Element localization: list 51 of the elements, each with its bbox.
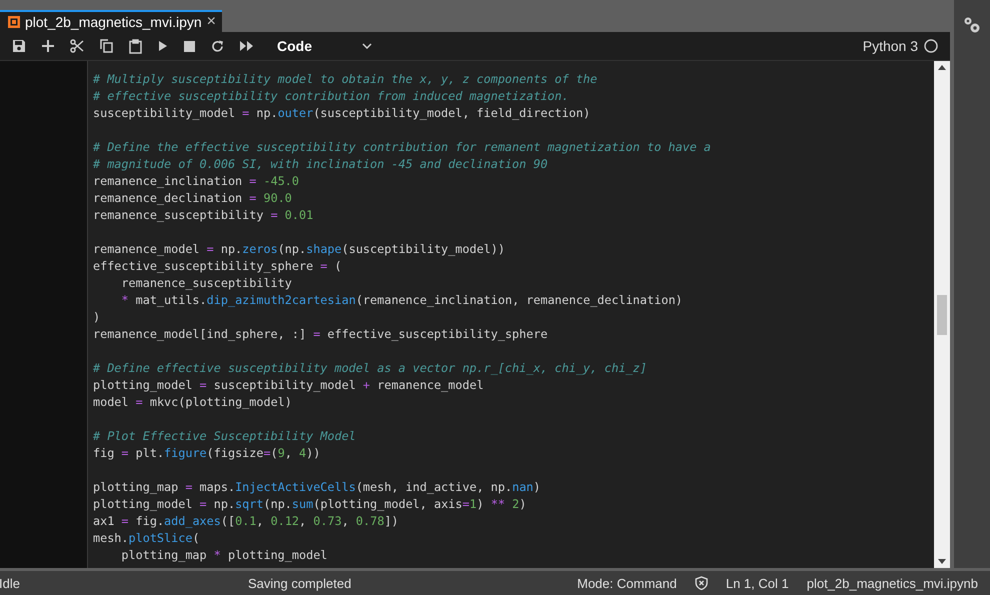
file-name: plot_2b_magnetics_mvi.ipynb xyxy=(806,576,978,590)
code-comment: # Define the effective susceptibility contribution for remanent magnetization to have a xyxy=(93,139,712,156)
code-comment: # Define effective susceptibility model as a vector np.r_[chi_x, chi_y, chi_z] xyxy=(93,360,648,377)
cell-type-dropdown[interactable]: Code xyxy=(277,38,372,54)
code-line: plotting_model = np.sqrt(np.sum(plotting_model, axis=1) ** 2) xyxy=(93,496,528,513)
code-line: susceptibility_model = np.outer(susceptibility_model, field_direction) xyxy=(93,105,592,122)
code-line: model = mkvc(plotting_model) xyxy=(93,394,293,411)
code-line: * mat_utils.dip_azimuth2cartesian(remanence_inclination, remanence_declination) xyxy=(120,292,684,309)
kernel-state: Idle xyxy=(0,576,20,590)
stop-icon[interactable] xyxy=(184,40,195,52)
run-icon[interactable] xyxy=(158,40,168,52)
code-line: ) xyxy=(93,309,102,326)
scrollbar-thumb[interactable] xyxy=(937,295,947,335)
code-line: remanence_inclination = -45.0 xyxy=(93,173,300,190)
tab-label: plot_2b_magnetics_mvi.ipyn xyxy=(25,14,202,30)
fast-forward-icon[interactable] xyxy=(240,41,253,51)
code-line: fig = plt.figure(figsize=(9, 4)) xyxy=(93,445,322,462)
code-comment: # effective susceptibility contribution from induced magnetization. xyxy=(93,88,570,105)
shield-icon[interactable] xyxy=(694,576,708,590)
code-line: plotting_map = maps.InjectActiveCells(mesh, ind_active, np.nan) xyxy=(93,479,542,496)
scissors-icon[interactable] xyxy=(70,39,84,53)
add-icon[interactable] xyxy=(42,40,54,52)
settings-icon[interactable] xyxy=(962,16,982,34)
code-comment: # Multiply susceptibility model to obtain the x, y, z components of the xyxy=(93,71,598,88)
code-line: remanence_susceptibility = 0.01 xyxy=(93,207,314,224)
restart-icon[interactable] xyxy=(211,40,224,52)
code-comment: # magnitude of 0.006 SI, with inclination -45 and declination 90 xyxy=(93,156,549,173)
close-icon[interactable]: × xyxy=(206,14,216,30)
kernel-name[interactable]: Python 3 xyxy=(862,38,918,54)
notebook-icon xyxy=(8,16,20,28)
code-line: effective_susceptibility_sphere = ( xyxy=(93,258,343,275)
scroll-up-icon[interactable] xyxy=(938,65,946,70)
scroll-down-icon[interactable] xyxy=(938,559,946,564)
code-line: remanence_model[ind_sphere, :] = effective_susceptibility_sphere xyxy=(93,326,549,343)
status-message: Saving completed xyxy=(248,576,352,590)
code-line: remanence_declination = 90.0 xyxy=(93,190,293,207)
code-line: remanence_model = np.zeros(np.shape(susceptibility_model)) xyxy=(93,241,506,258)
notebook-tab[interactable]: plot_2b_magnetics_mvi.ipyn × xyxy=(0,10,222,32)
code-line: plotting_map * plotting_model xyxy=(120,547,328,564)
clipboard-icon[interactable] xyxy=(129,38,142,54)
code-line: mesh.plotSlice( xyxy=(93,530,201,547)
scrollbar[interactable] xyxy=(934,61,950,568)
code-line: remanence_susceptibility xyxy=(120,275,293,292)
mode-indicator: Mode: Command xyxy=(577,576,677,590)
copy-icon[interactable] xyxy=(100,39,113,53)
cursor-position: Ln 1, Col 1 xyxy=(726,576,789,590)
code-line: plotting_model = susceptibility_model + remanence_model xyxy=(93,377,485,394)
code-comment: # Plot Effective Susceptibility Model xyxy=(93,428,357,445)
chevron-down-icon xyxy=(362,43,372,49)
save-icon[interactable] xyxy=(12,39,26,53)
code-line: ax1 = fig.add_axes([0.1, 0.12, 0.73, 0.78]) xyxy=(93,513,400,530)
